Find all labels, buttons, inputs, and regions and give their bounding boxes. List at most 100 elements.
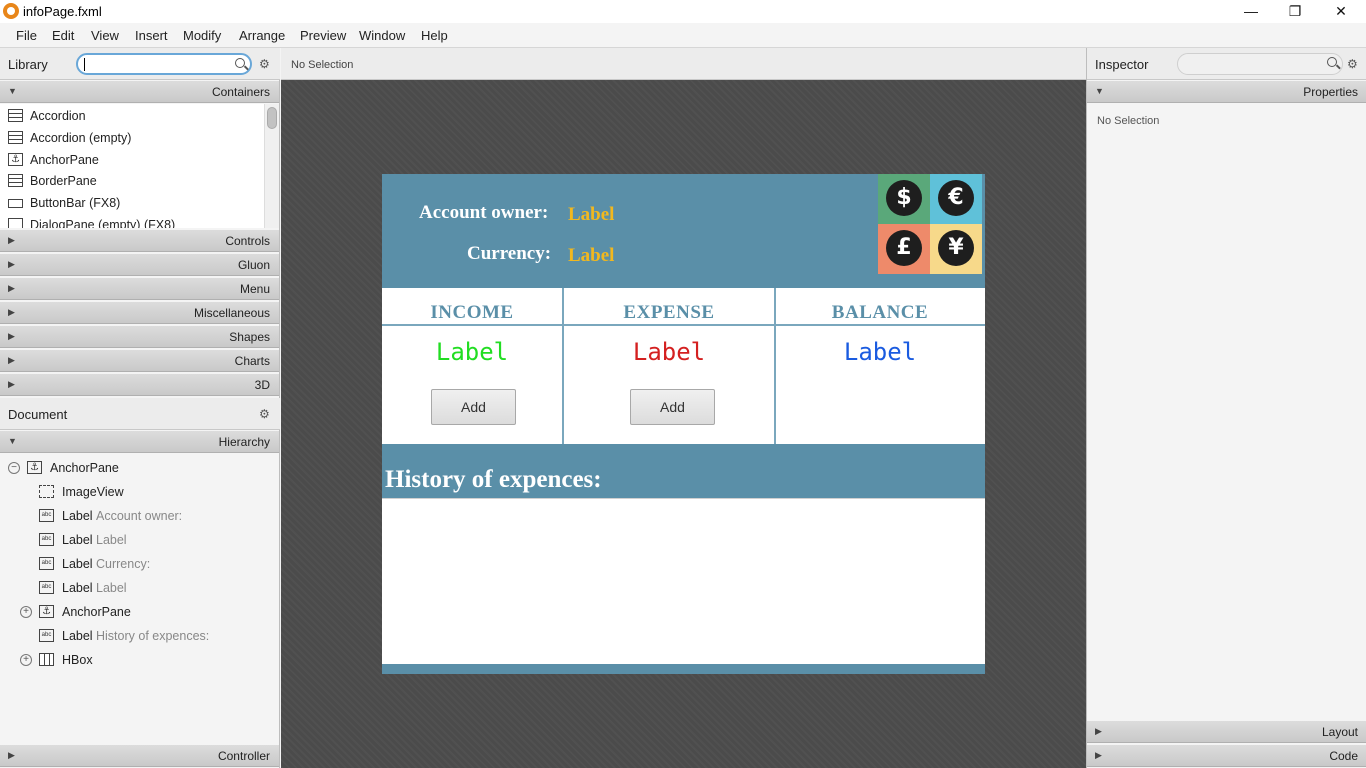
inspector-search-input[interactable]	[1177, 53, 1343, 75]
list-item[interactable]: BorderPane	[0, 170, 264, 192]
section-controls[interactable]: ▶ Controls	[0, 230, 279, 252]
list-item[interactable]: DialogPane (empty) (FX8)	[0, 214, 264, 228]
tree-row[interactable]: abc Label Currency:	[0, 553, 279, 575]
section-gluon[interactable]: ▶ Gluon	[0, 254, 279, 276]
tree-row[interactable]: + HBox	[0, 649, 279, 671]
expense-title: EXPENSE	[623, 302, 715, 323]
currency-label[interactable]: Currency:	[467, 243, 551, 265]
menu-insert[interactable]: Insert	[135, 28, 168, 43]
list-item[interactable]: Accordion	[0, 105, 264, 127]
search-icon	[1327, 57, 1337, 67]
currency-value[interactable]: Label	[568, 245, 614, 267]
menu-preview[interactable]: Preview	[300, 28, 346, 43]
collapse-icon[interactable]: −	[8, 462, 20, 474]
account-owner-label[interactable]: Account owner:	[419, 202, 548, 224]
gear-icon[interactable]: ⚙	[259, 408, 271, 420]
section-shapes[interactable]: ▶ Shapes	[0, 326, 279, 348]
label-icon: abc	[39, 557, 54, 570]
tree-node-name: AnchorPane	[62, 605, 131, 619]
list-item[interactable]: ⚓ AnchorPane	[0, 149, 264, 171]
section-charts[interactable]: ▶ Charts	[0, 350, 279, 372]
menu-arrange[interactable]: Arrange	[239, 28, 285, 43]
list-item-label: AnchorPane	[30, 153, 99, 167]
add-expense-button[interactable]: Add	[630, 389, 715, 425]
currency-image[interactable]: $ € £ ¥	[878, 174, 982, 274]
section-miscellaneous[interactable]: ▶ Miscellaneous	[0, 302, 279, 324]
inspector-panel: Inspector ⚙ ▼ Properties No Selection ▶ …	[1086, 48, 1366, 768]
list-item-label: Accordion	[30, 109, 86, 123]
history-title[interactable]: History of expences:	[385, 466, 602, 494]
tree-node-name: Label	[62, 629, 93, 643]
accordion-icon	[8, 109, 23, 122]
chevron-down-icon: ▼	[8, 436, 17, 446]
section-controller[interactable]: ▶ Controller	[0, 745, 279, 767]
section-3d[interactable]: ▶ 3D	[0, 374, 279, 396]
label-icon: abc	[39, 509, 54, 522]
menu-view[interactable]: View	[91, 28, 119, 43]
library-scrollbar[interactable]	[264, 104, 279, 228]
gear-icon[interactable]: ⚙	[259, 58, 271, 70]
expand-icon[interactable]: +	[20, 606, 32, 618]
balance-value: Label	[843, 338, 917, 366]
chevron-right-icon: ▶	[8, 355, 15, 365]
chevron-right-icon: ▶	[8, 379, 15, 389]
tree-row[interactable]: abc Label History of expences:	[0, 625, 279, 647]
section-layout[interactable]: ▶ Layout	[1087, 721, 1366, 743]
tree-node-text: Label	[96, 533, 127, 547]
section-properties[interactable]: ▼ Properties	[1087, 81, 1366, 103]
chevron-down-icon: ▼	[8, 86, 17, 96]
content-header: No Selection	[281, 48, 1086, 80]
library-list: Accordion Accordion (empty) ⚓ AnchorPane…	[0, 104, 279, 228]
minimize-button[interactable]: —	[1228, 0, 1274, 23]
section-containers[interactable]: ▼ Containers	[0, 81, 279, 103]
menu-edit[interactable]: Edit	[52, 28, 74, 43]
anchor-icon: ⚓	[8, 153, 23, 166]
tree-row[interactable]: − ⚓ AnchorPane	[0, 457, 279, 479]
account-owner-value[interactable]: Label	[568, 204, 614, 226]
buttonbar-icon	[8, 199, 23, 208]
tree-row[interactable]: ImageView	[0, 481, 279, 503]
section-label: Miscellaneous	[193, 306, 270, 320]
chevron-right-icon: ▶	[8, 307, 15, 317]
pound-icon: £	[886, 230, 922, 266]
history-hbox[interactable]	[382, 498, 985, 664]
tree-row[interactable]: abc Label Label	[0, 577, 279, 599]
menu-bar: File Edit View Insert Modify Arrange Pre…	[0, 23, 1366, 48]
menu-file[interactable]: File	[16, 28, 37, 43]
inspector-header: Inspector ⚙	[1087, 48, 1366, 80]
section-hierarchy[interactable]: ▼ Hierarchy	[0, 431, 279, 453]
gear-icon[interactable]: ⚙	[1347, 58, 1359, 70]
list-item[interactable]: Accordion (empty)	[0, 127, 264, 149]
expand-icon[interactable]: +	[20, 654, 32, 666]
document-title: Document	[8, 407, 68, 422]
tree-row[interactable]: abc Label Account owner:	[0, 505, 279, 527]
menu-help[interactable]: Help	[421, 28, 448, 43]
library-search-input[interactable]	[76, 53, 252, 75]
section-label: Controls	[225, 234, 270, 248]
euro-icon: €	[938, 180, 974, 216]
section-label: Layout	[1321, 725, 1358, 739]
list-item[interactable]: ButtonBar (FX8)	[0, 192, 264, 214]
tree-node-name: Label	[62, 557, 93, 571]
scrollbar-thumb[interactable]	[267, 107, 277, 129]
imageview-icon	[39, 485, 54, 498]
borderpane-icon	[8, 174, 23, 187]
library-header: Library ⚙	[0, 48, 280, 80]
add-income-button[interactable]: Add	[431, 389, 516, 425]
maximize-button[interactable]: ❐	[1272, 0, 1318, 23]
close-button[interactable]: ✕	[1318, 0, 1364, 23]
section-label: Containers	[211, 85, 270, 99]
section-menu[interactable]: ▶ Menu	[0, 278, 279, 300]
tree-node-name: Label	[62, 581, 93, 595]
hbox-icon	[39, 653, 54, 666]
list-item-label: DialogPane (empty) (FX8)	[30, 218, 176, 228]
menu-modify[interactable]: Modify	[183, 28, 221, 43]
tree-row[interactable]: abc Label Label	[0, 529, 279, 551]
income-value: Label	[435, 338, 509, 366]
summary-cards: INCOME Label Add EXPENSE Label Add BALAN…	[382, 288, 985, 444]
tree-row[interactable]: + ⚓ AnchorPane	[0, 601, 279, 623]
menu-window[interactable]: Window	[359, 28, 405, 43]
section-code[interactable]: ▶ Code	[1087, 745, 1366, 767]
canvas[interactable]: Account owner: Label Currency: Label $ €…	[281, 80, 1086, 768]
form-preview[interactable]: Account owner: Label Currency: Label $ €…	[382, 174, 985, 674]
